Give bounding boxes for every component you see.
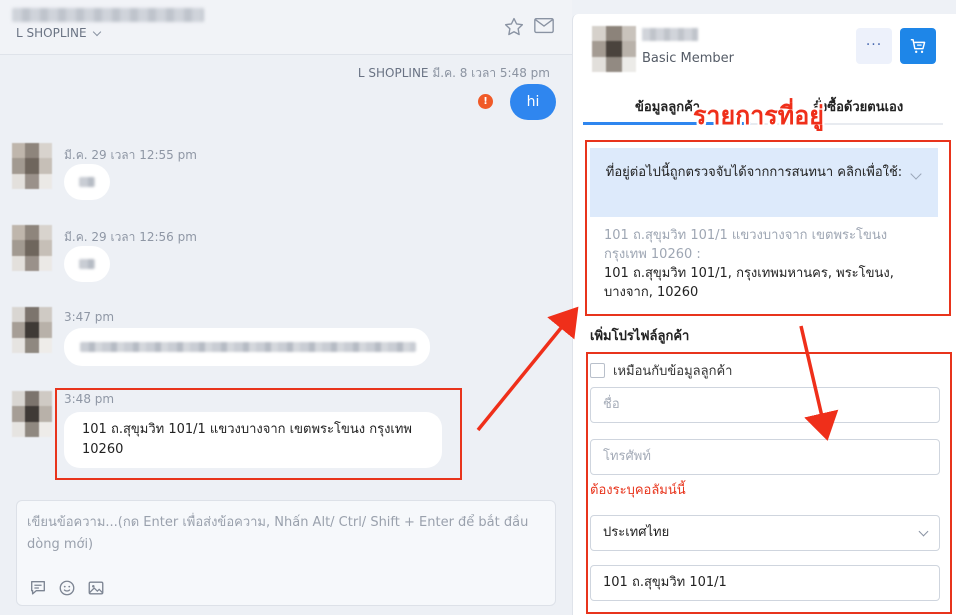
member-level: Basic Member — [642, 51, 735, 66]
outgoing-meta: L SHOPLINE มี.ค. 8 เวลา 5:48 pm — [358, 64, 550, 83]
message-time: มี.ค. 29 เวลา 12:55 pm — [64, 148, 197, 162]
detected-address-title: ที่อยู่ต่อไปนี้ถูกตรวจจับได้จากการสนทนา … — [605, 165, 903, 180]
detected-address-parsed[interactable]: 101 ถ.สุขุมวิท 101/1, กรุงเทพมหานคร, พระ… — [604, 264, 924, 302]
store-selector[interactable]: L SHOPLINE — [16, 26, 101, 40]
annotation-box-message — [55, 388, 462, 480]
tab-self-order[interactable]: สั่งซื้อด้วยตนเอง — [813, 96, 903, 117]
store-name: L SHOPLINE — [16, 26, 87, 40]
message-bubble-redacted — [64, 164, 110, 200]
annotation-label: รายการที่อยู่ — [693, 101, 824, 130]
chevron-down-icon — [92, 27, 101, 36]
send-error-icon[interactable]: ! — [478, 94, 493, 109]
detected-address-header[interactable]: ที่อยู่ต่อไปนี้ถูกตรวจจับได้จากการสนทนา … — [590, 148, 938, 217]
message-time: 3:47 pm — [64, 310, 115, 324]
same-as-label: เหมือนกับข้อมูลลูกค้า — [613, 364, 733, 379]
avatar — [12, 307, 52, 353]
phone-required-error: ต้องระบุคอลัมน์นี้ — [590, 483, 686, 498]
contact-name-redacted — [12, 8, 204, 22]
more-icon[interactable]: ··· — [856, 28, 892, 64]
outgoing-message: hi — [510, 84, 556, 120]
message-composer[interactable]: เขียนข้อความ...(กด Enter เพื่อส่งข้อความ… — [16, 500, 556, 606]
message-bubble-redacted — [64, 328, 430, 366]
outgoing-time: มี.ค. 8 เวลา 5:48 pm — [432, 66, 550, 80]
cart-button[interactable] — [900, 28, 936, 64]
chat-header: L SHOPLINE — [0, 0, 572, 55]
mail-icon[interactable] — [533, 16, 555, 36]
star-icon[interactable] — [503, 16, 525, 38]
outgoing-sender: L SHOPLINE — [357, 66, 429, 80]
customer-avatar — [592, 26, 636, 72]
customer-name-redacted — [642, 28, 698, 41]
country-select[interactable]: ประเทศไทย — [590, 515, 940, 551]
customer-panel: Basic Member ··· ข้อมูลลูกค้า สั่งซื้อด้… — [572, 14, 956, 615]
avatar — [12, 225, 52, 271]
avatar — [12, 143, 52, 189]
chat-pane: L SHOPLINE L SHOPLINE มี.ค. 8 เวลา 5:48 … — [0, 0, 572, 615]
chevron-down-icon — [910, 168, 922, 180]
name-field[interactable]: ชื่อ — [590, 387, 940, 423]
message-template-icon[interactable] — [29, 579, 47, 597]
cart-icon — [910, 38, 926, 54]
same-as-customer-checkbox[interactable]: เหมือนกับข้อมูลลูกค้า — [590, 360, 732, 381]
avatar — [12, 391, 52, 437]
message-bubble-redacted — [64, 246, 110, 282]
chevron-down-icon — [918, 526, 929, 537]
phone-field[interactable]: โทรศัพท์ — [590, 439, 940, 475]
detected-address-raw[interactable]: 101 ถ.สุขุมวิท 101/1 แขวงบางจาก เขตพระโข… — [604, 226, 924, 264]
message-time: มี.ค. 29 เวลา 12:56 pm — [64, 230, 197, 244]
checkbox-icon[interactable] — [590, 363, 605, 378]
address-field[interactable]: 101 ถ.สุขุมวิท 101/1 — [590, 565, 940, 601]
tab-customer-info[interactable]: ข้อมูลลูกค้า — [635, 96, 700, 117]
image-icon[interactable] — [87, 579, 105, 597]
profile-section-title: เพิ่มโปรไฟล์ลูกค้า — [590, 329, 690, 344]
emoji-icon[interactable] — [58, 579, 76, 597]
composer-placeholder: เขียนข้อความ...(กด Enter เพื่อส่งข้อความ… — [27, 515, 529, 552]
country-value: ประเทศไทย — [603, 525, 670, 540]
